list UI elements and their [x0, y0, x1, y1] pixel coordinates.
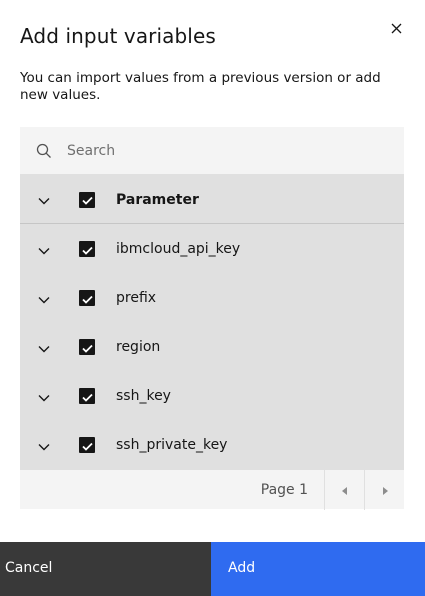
expand-all-button[interactable]	[20, 176, 68, 224]
checkmark-icon	[81, 387, 93, 406]
add-input-variables-modal: Add input variables You can import value…	[0, 0, 425, 596]
cancel-button[interactable]: Cancel	[0, 542, 211, 596]
caret-right-icon	[382, 480, 388, 499]
parameter-name: prefix	[116, 290, 157, 306]
expand-row-button[interactable]	[20, 323, 68, 371]
variables-table: Parameter ibmcloud_api_key	[20, 127, 404, 510]
row-checkbox[interactable]	[79, 339, 95, 355]
chevron-down-icon	[38, 387, 50, 406]
expand-row-button[interactable]	[20, 421, 68, 469]
chevron-down-icon	[38, 338, 50, 357]
column-header-parameter: Parameter	[116, 191, 199, 208]
expand-row-button[interactable]	[20, 274, 68, 322]
table-row: ssh_key	[20, 371, 404, 420]
checkmark-icon	[81, 190, 93, 209]
checkmark-icon	[81, 436, 93, 455]
search-bar	[20, 127, 404, 175]
checkmark-icon	[81, 338, 93, 357]
next-page-button[interactable]	[364, 469, 404, 510]
page-label: Page 1	[260, 481, 308, 498]
select-all-checkbox[interactable]	[79, 190, 95, 209]
parameter-name: ibmcloud_api_key	[116, 241, 241, 257]
expand-row-button[interactable]	[20, 372, 68, 420]
table-row: prefix	[20, 273, 404, 322]
row-checkbox[interactable]	[79, 437, 95, 453]
table-row: ibmcloud_api_key	[20, 224, 404, 273]
modal-title: Add input variables	[20, 24, 216, 48]
row-checkbox[interactable]	[79, 241, 95, 257]
chevron-down-icon	[38, 436, 50, 455]
row-checkbox[interactable]	[79, 290, 95, 306]
row-checkbox[interactable]	[79, 388, 95, 404]
table-row: region	[20, 322, 404, 371]
chevron-down-icon	[38, 289, 50, 308]
close-icon	[391, 19, 402, 38]
expand-row-button[interactable]	[20, 225, 68, 273]
search-input[interactable]	[67, 142, 347, 159]
close-button[interactable]	[386, 18, 406, 38]
table-header-row: Parameter	[20, 175, 404, 224]
checkmark-icon	[81, 289, 93, 308]
pagination-bar: Page 1	[20, 469, 404, 510]
search-icon	[36, 143, 52, 159]
previous-page-button[interactable]	[324, 469, 364, 510]
checkmark-icon	[81, 240, 93, 259]
chevron-down-icon	[38, 190, 50, 209]
chevron-down-icon	[38, 240, 50, 259]
modal-description: You can import values from a previous ve…	[20, 70, 381, 103]
add-button[interactable]: Add	[211, 542, 425, 596]
parameter-name: ssh_key	[116, 388, 171, 404]
modal-footer: Cancel Add	[0, 542, 425, 596]
caret-left-icon	[341, 480, 348, 499]
parameter-name: region	[116, 339, 161, 355]
table-row: ssh_private_key	[20, 420, 404, 469]
parameter-name: ssh_private_key	[116, 437, 228, 453]
